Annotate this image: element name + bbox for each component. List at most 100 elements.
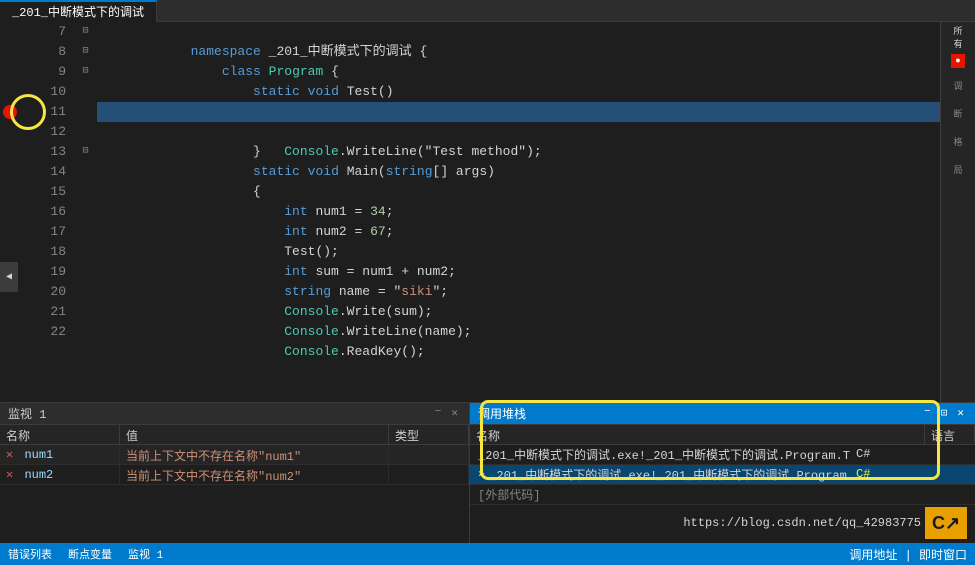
- watch-col-val-header: 值: [120, 425, 389, 444]
- tab-bar: _201_中断模式下的调试: [0, 0, 975, 22]
- watch-error-icon-0: ✕: [6, 448, 13, 462]
- collapse-icon[interactable]: ⊟: [78, 62, 93, 82]
- panel-toggle-arrow[interactable]: ◀: [0, 262, 18, 292]
- watch-cell-val-0: 当前上下文中不存在名称"num1": [120, 445, 389, 464]
- sidebar-icon-all[interactable]: 所有: [947, 26, 969, 48]
- watch-panel-close[interactable]: ✕: [448, 405, 461, 421]
- callstack-close[interactable]: ✕: [954, 405, 967, 421]
- watch-panel-title: 监视 1: [8, 405, 46, 422]
- line-num: 21: [18, 302, 66, 322]
- sidebar-icon-debug[interactable]: ●: [951, 54, 965, 68]
- watch-cell-name-0: ✕ num1: [0, 445, 120, 464]
- code-line-19: string name = "siki";: [97, 262, 940, 282]
- current-frame-arrow-icon: ➤: [478, 467, 485, 482]
- callstack-lang-0: C#: [850, 445, 890, 463]
- callstack-panel-title-bar: 调用堆栈 − ⊡ ✕: [470, 403, 975, 425]
- bottom-area: 监视 1 − ✕ 名称 值 类型: [0, 402, 975, 565]
- editor-container: 7 8 9 10 11 12 13 14 15 16 17 18 19 20 2…: [0, 22, 975, 402]
- status-bar: 错误列表 断点变量 监视 1 调用地址 | 即时窗口: [0, 543, 975, 565]
- callstack-table-header: 名称 语言: [470, 425, 975, 445]
- line-num: 15: [18, 182, 66, 202]
- collapse-icon[interactable]: ⊟: [78, 22, 93, 42]
- sidebar-icon-break[interactable]: 断: [947, 102, 969, 124]
- sidebar-icon-format[interactable]: 格: [947, 130, 969, 152]
- code-area: namespace _201_中断模式下的调试 { class Program …: [93, 22, 940, 402]
- callstack-name-0: _201_中断模式下的调试.exe!_201_中断模式下的调试.Program.…: [470, 444, 850, 465]
- editor-tab-active[interactable]: _201_中断模式下的调试: [0, 0, 157, 22]
- sidebar-icon-local[interactable]: 局: [947, 158, 969, 180]
- line-num: 22: [18, 322, 66, 342]
- line-num: 9: [18, 62, 66, 82]
- code-line-18: int sum = num1 + num2;: [97, 242, 940, 262]
- watch-col-name-header: 名称: [0, 425, 120, 444]
- code-line-13: static void Main(string[] args): [97, 142, 940, 162]
- code-line-15: int num1 = 34;: [97, 182, 940, 202]
- callstack-name-1: ➤ _201_中断模式下的调试.exe!_201_中断模式下的调试.Progra…: [470, 464, 850, 485]
- collapse-gutter: ⊟ ⊟ ⊟ ⊟: [78, 22, 93, 402]
- line-num: 8: [18, 42, 66, 62]
- callstack-col-lang-header: 语言: [925, 425, 975, 444]
- editor-main: 7 8 9 10 11 12 13 14 15 16 17 18 19 20 2…: [0, 22, 975, 565]
- line-num: 10: [18, 82, 66, 102]
- main-content: 7 8 9 10 11 12 13 14 15 16 17 18 19 20 2…: [0, 22, 975, 565]
- line-num: 13: [18, 142, 66, 162]
- code-line-11: ➤ Console.WriteLine("Test method");: [97, 102, 940, 122]
- sidebar-icon-watch[interactable]: 调: [947, 74, 969, 96]
- code-line-21: Console.WriteLine(name);: [97, 302, 940, 322]
- callstack-lang-1: C#: [850, 465, 890, 483]
- collapse-icon[interactable]: ⊟: [78, 142, 93, 162]
- status-errors[interactable]: 错误列表: [8, 546, 52, 562]
- callstack-row-0[interactable]: _201_中断模式下的调试.exe!_201_中断模式下的调试.Program.…: [470, 445, 975, 465]
- line-num: 20: [18, 282, 66, 302]
- code-line-17: Test();: [97, 222, 940, 242]
- line-num: 14: [18, 162, 66, 182]
- code-line-7: namespace _201_中断模式下的调试 {: [97, 22, 940, 42]
- watch-cell-type-0: [389, 445, 469, 464]
- callstack-panel-controls: − ⊡ ✕: [921, 405, 967, 421]
- main-window: _201_中断模式下的调试 7 8 9 10 11 12 1: [0, 0, 975, 565]
- callstack-panel: 调用堆栈 − ⊡ ✕ 名称 语言 _201_中断模式下的调试.exe!_201_…: [470, 403, 975, 565]
- watermark: https://blog.csdn.net/qq_42983775 C↗: [683, 507, 967, 539]
- watch-panel-title-bar: 监视 1 − ✕: [0, 403, 469, 425]
- callstack-pin[interactable]: ⊡: [938, 405, 951, 421]
- watermark-logo: C↗: [925, 507, 967, 539]
- watch-table-header: 名称 值 类型: [0, 425, 469, 445]
- status-right-items[interactable]: 调用地址 | 即时窗口: [849, 546, 967, 563]
- tab-label: _201_中断模式下的调试: [12, 3, 144, 20]
- callstack-col-name-header: 名称: [470, 425, 925, 444]
- breakpoint-dot[interactable]: [3, 105, 17, 119]
- watch-error-icon-1: ✕: [6, 468, 13, 482]
- callstack-row-1[interactable]: ➤ _201_中断模式下的调试.exe!_201_中断模式下的调试.Progra…: [470, 465, 975, 485]
- breakpoint-gutter: [0, 22, 18, 402]
- watch-row-num1: ✕ num1 当前上下文中不存在名称"num1": [0, 445, 469, 465]
- watch-panel: 监视 1 − ✕ 名称 值 类型: [0, 403, 470, 565]
- line-num: 12: [18, 122, 66, 142]
- line-numbers: 7 8 9 10 11 12 13 14 15 16 17 18 19 20 2…: [18, 22, 78, 402]
- callstack-panel-title: 调用堆栈: [478, 405, 526, 422]
- watch-col-type-header: 类型: [389, 425, 469, 444]
- collapse-icon[interactable]: ⊟: [78, 42, 93, 62]
- code-line-14: {: [97, 162, 940, 182]
- status-breakpoints[interactable]: 断点变量: [68, 546, 112, 562]
- watch-cell-type-1: [389, 465, 469, 484]
- code-line-16: int num2 = 67;: [97, 202, 940, 222]
- code-line-22: Console.ReadKey();: [97, 322, 940, 342]
- code-line-12: }: [97, 122, 940, 142]
- watermark-url: https://blog.csdn.net/qq_42983775: [683, 516, 921, 530]
- right-sidebar: 所有 ● 调 断 格 局: [940, 22, 975, 402]
- watch-cell-val-1: 当前上下文中不存在名称"num2": [120, 465, 389, 484]
- callstack-lang-2: [935, 492, 975, 496]
- line-num: 17: [18, 222, 66, 242]
- callstack-name-2: [外部代码]: [470, 484, 935, 505]
- line-num: 19: [18, 262, 66, 282]
- status-watch[interactable]: 监视 1: [128, 546, 163, 562]
- watch-panel-controls: − ✕: [432, 405, 461, 421]
- line-num: 11: [18, 102, 66, 122]
- watch-row-num2: ✕ num2 当前上下文中不存在名称"num2": [0, 465, 469, 485]
- callstack-minimize[interactable]: −: [921, 405, 934, 421]
- watch-panel-minimize[interactable]: −: [432, 405, 445, 421]
- watch-cell-name-1: ✕ num2: [0, 465, 120, 484]
- callstack-row-2[interactable]: [外部代码]: [470, 485, 975, 505]
- line-num: 18: [18, 242, 66, 262]
- code-line-9: static void Test(): [97, 62, 940, 82]
